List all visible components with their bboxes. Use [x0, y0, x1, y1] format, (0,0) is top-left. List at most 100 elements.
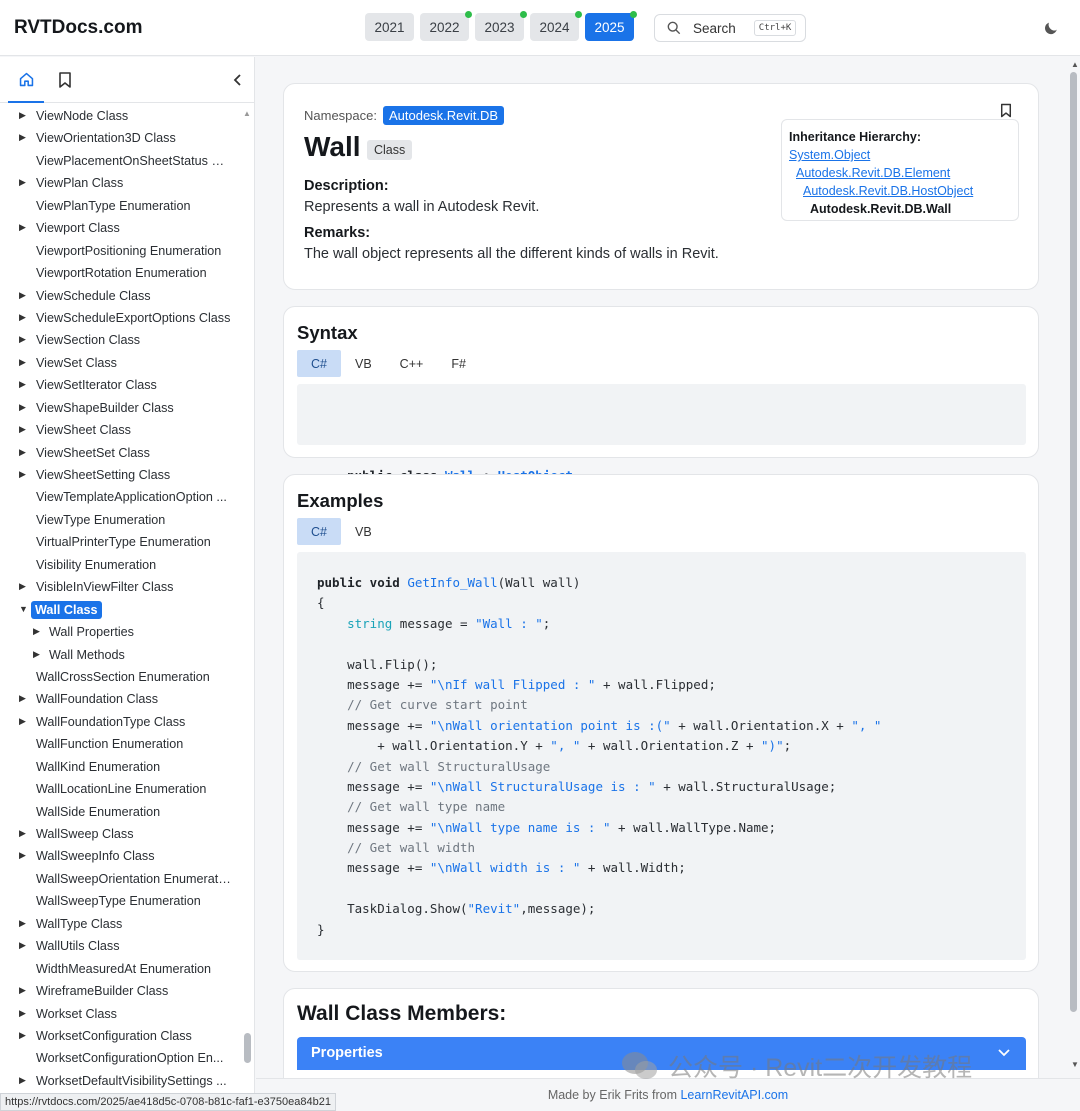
sidebar-tree-item[interactable]: ▶ WireframeBuilder Class	[0, 980, 254, 1002]
caret-right-icon[interactable]: ▶	[19, 464, 26, 485]
sidebar-tree-item[interactable]: ViewportPositioning Enumeration	[0, 240, 254, 262]
namespace-badge[interactable]: Autodesk.Revit.DB	[382, 106, 505, 125]
sidebar-tree-item[interactable]: ▶ ViewSheetSetting Class	[0, 464, 254, 486]
sidebar-tree-item[interactable]: WorksetConfigurationOption En...	[0, 1047, 254, 1069]
sidebar-tree-item[interactable]: ▶ WallUtils Class	[0, 935, 254, 957]
caret-right-icon[interactable]: ▶	[19, 980, 26, 1001]
sidebar-tree-item[interactable]: ▶ WallType Class	[0, 913, 254, 935]
caret-right-icon[interactable]: ▶	[19, 217, 26, 238]
sidebar-tree-item[interactable]: ▶ ViewScheduleExportOptions Class	[0, 307, 254, 329]
caret-right-icon[interactable]: ▶	[33, 644, 40, 665]
caret-right-icon[interactable]: ▶	[19, 711, 26, 732]
sidebar-tree-item[interactable]: ▼ Wall Class	[0, 599, 254, 621]
sidebar-tree-item[interactable]: ViewPlanType Enumeration	[0, 195, 254, 217]
sidebar-tree-item[interactable]: WallFunction Enumeration	[0, 733, 254, 755]
sidebar-tree-item[interactable]: ▶ WorksetDefaultVisibilitySettings ...	[0, 1070, 254, 1092]
inheritance-link-hostobject[interactable]: Autodesk.Revit.DB.HostObject	[789, 182, 1011, 200]
caret-right-icon[interactable]: ▶	[19, 105, 26, 126]
sidebar-tree-item[interactable]: ▶ ViewOrientation3D Class	[0, 127, 254, 149]
caret-right-icon[interactable]: ▶	[19, 374, 26, 395]
version-2025-button[interactable]: 2025	[585, 11, 637, 41]
caret-right-icon[interactable]: ▶	[19, 913, 26, 934]
bookmark-icon[interactable]	[58, 72, 72, 93]
scroll-up-icon[interactable]: ▲	[1071, 60, 1079, 69]
version-2024-button[interactable]: 2024	[530, 11, 582, 41]
sidebar-tree-item[interactable]: WallKind Enumeration	[0, 756, 254, 778]
tab-csharp[interactable]: C#	[297, 350, 341, 377]
sidebar-tree-item[interactable]: VirtualPrinterType Enumeration	[0, 531, 254, 553]
sidebar-tree-item[interactable]: ▶ Workset Class	[0, 1003, 254, 1025]
sidebar-tree-item[interactable]: ▶ ViewSetIterator Class	[0, 374, 254, 396]
caret-right-icon[interactable]: ▶	[19, 419, 26, 440]
sidebar-tree-item[interactable]: ▶ ViewSection Class	[0, 329, 254, 351]
caret-right-icon[interactable]: ▶	[19, 688, 26, 709]
caret-right-icon[interactable]: ▶	[19, 442, 26, 463]
moon-icon[interactable]	[1043, 19, 1060, 41]
sidebar-tree-item[interactable]: ▶ ViewSheet Class	[0, 419, 254, 441]
caret-down-icon[interactable]: ▼	[19, 599, 28, 620]
tab-vb[interactable]: VB	[341, 350, 386, 377]
sidebar-tree-item[interactable]: ▶ WallFoundationType Class	[0, 711, 254, 733]
sidebar-tree-item[interactable]: ▶ ViewNode Class	[0, 105, 254, 127]
sidebar-tree-item[interactable]: WallSide Enumeration	[0, 801, 254, 823]
caret-right-icon[interactable]: ▶	[19, 397, 26, 418]
tab-csharp[interactable]: C#	[297, 518, 341, 545]
search-button[interactable]: Search Ctrl+K	[654, 14, 806, 42]
main-scrollbar-thumb[interactable]	[1070, 72, 1077, 1012]
caret-right-icon[interactable]: ▶	[19, 172, 26, 193]
caret-right-icon[interactable]: ▶	[19, 576, 26, 597]
caret-right-icon[interactable]: ▶	[33, 621, 40, 642]
caret-right-icon[interactable]: ▶	[19, 845, 26, 866]
sidebar-tree-item[interactable]: ViewPlacementOnSheetStatus En...	[0, 150, 254, 172]
version-2021-button[interactable]: 2021	[365, 13, 414, 41]
sidebar-tree-item[interactable]: ViewType Enumeration	[0, 509, 254, 531]
sidebar-tree-item[interactable]: ▶ ViewPlan Class	[0, 172, 254, 194]
tab-vb[interactable]: VB	[341, 518, 386, 545]
caret-right-icon[interactable]: ▶	[19, 352, 26, 373]
sidebar-tree-item[interactable]: ▶ WallFoundation Class	[0, 688, 254, 710]
sidebar-tree-item[interactable]: ViewTemplateApplicationOption ...	[0, 486, 254, 508]
caret-right-icon[interactable]: ▶	[19, 307, 26, 328]
sidebar-tree-label: ViewOrientation3D Class	[36, 131, 176, 146]
caret-right-icon[interactable]: ▶	[19, 127, 26, 148]
sidebar-tree-item[interactable]: ▶ WallSweepInfo Class	[0, 845, 254, 867]
site-brand[interactable]: RVTDocs.com	[14, 17, 142, 39]
sidebar-scrollbar[interactable]	[244, 1033, 251, 1063]
inheritance-link-element[interactable]: Autodesk.Revit.DB.Element	[789, 164, 1011, 182]
sidebar-tree-item[interactable]: ▶ ViewShapeBuilder Class	[0, 397, 254, 419]
sidebar-tree-item[interactable]: WidthMeasuredAt Enumeration	[0, 958, 254, 980]
caret-right-icon[interactable]: ▶	[19, 935, 26, 956]
sidebar-tree-item[interactable]: WallLocationLine Enumeration	[0, 778, 254, 800]
home-tab[interactable]	[8, 57, 44, 103]
sidebar-tree-item[interactable]: ▶ VisibleInViewFilter Class	[0, 576, 254, 598]
scroll-down-icon[interactable]: ▼	[1071, 1060, 1079, 1069]
caret-right-icon[interactable]: ▶	[19, 329, 26, 350]
tab-cplusplus[interactable]: C++	[386, 350, 438, 377]
sidebar-tree-item[interactable]: ViewportRotation Enumeration	[0, 262, 254, 284]
sidebar-tree-item[interactable]: ▶ Wall Methods	[0, 644, 254, 666]
version-2022-button[interactable]: 2022	[420, 11, 472, 41]
caret-right-icon[interactable]: ▶	[19, 1025, 26, 1046]
sidebar-tree-item[interactable]: ▶ ViewSchedule Class	[0, 285, 254, 307]
collapse-sidebar-icon[interactable]	[233, 73, 243, 92]
caret-right-icon[interactable]: ▶	[19, 285, 26, 306]
sidebar-tree-item[interactable]: ▶ ViewSheetSet Class	[0, 442, 254, 464]
sidebar-tree-item[interactable]: WallCrossSection Enumeration	[0, 666, 254, 688]
caret-right-icon[interactable]: ▶	[19, 1070, 26, 1091]
caret-right-icon[interactable]: ▶	[19, 823, 26, 844]
sidebar-tree-item[interactable]: ▶ ViewSet Class	[0, 352, 254, 374]
sidebar-tree-item[interactable]: ▶ WallSweep Class	[0, 823, 254, 845]
sidebar-tree-item[interactable]: Visibility Enumeration	[0, 554, 254, 576]
main-scrollbar[interactable]: ▲ ▼	[1068, 57, 1080, 1077]
sidebar-tree-item[interactable]: WallSweepType Enumeration	[0, 890, 254, 912]
sidebar-tree-label: Wall Class	[31, 600, 102, 619]
footer-link[interactable]: LearnRevitAPI.com	[680, 1088, 788, 1102]
inheritance-link-system-object[interactable]: System.Object	[789, 146, 1011, 164]
caret-right-icon[interactable]: ▶	[19, 1003, 26, 1024]
sidebar-tree-item[interactable]: ▶ WorksetConfiguration Class	[0, 1025, 254, 1047]
tab-fsharp[interactable]: F#	[437, 350, 480, 377]
sidebar-tree-item[interactable]: ▶ Viewport Class	[0, 217, 254, 239]
sidebar-tree-item[interactable]: WallSweepOrientation Enumerati...	[0, 868, 254, 890]
sidebar-tree-item[interactable]: ▶ Wall Properties	[0, 621, 254, 643]
version-2023-button[interactable]: 2023	[475, 11, 527, 41]
